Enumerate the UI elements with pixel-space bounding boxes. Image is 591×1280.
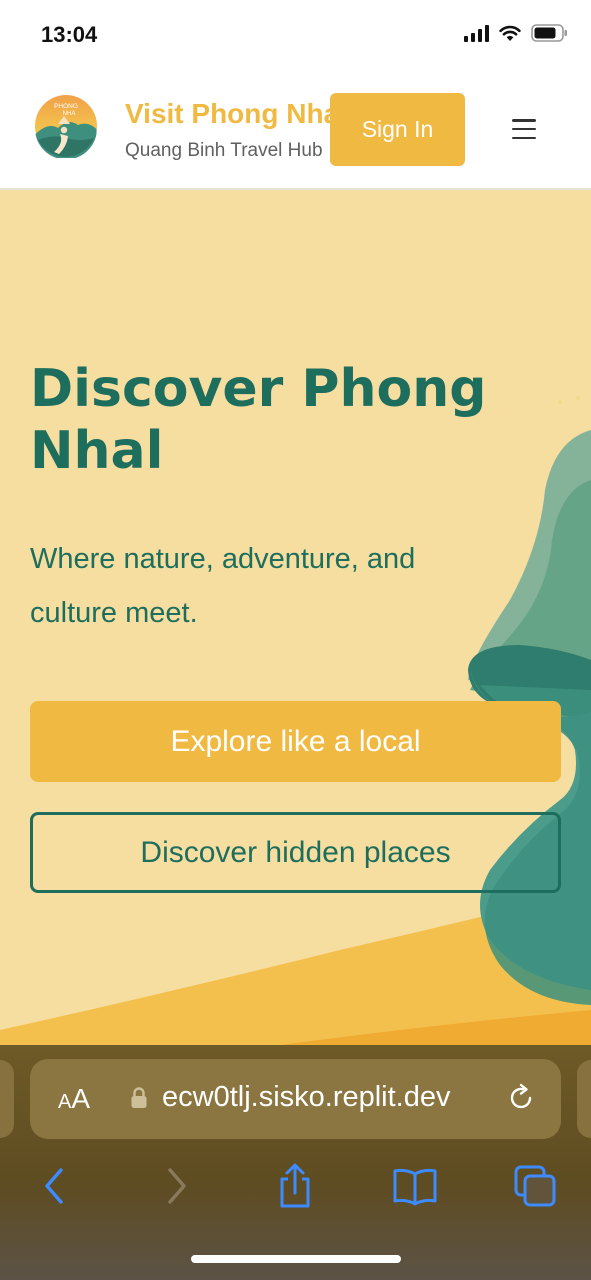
hero-subtitle: Where nature, adventure, and culture mee…	[30, 543, 416, 629]
reload-icon[interactable]	[506, 1083, 536, 1113]
hero-title: Discover Phong Nhal	[30, 359, 487, 481]
aa-small: A	[58, 1091, 72, 1113]
site-logo[interactable]: PHONG NHA	[34, 94, 98, 158]
chevron-left-icon	[45, 1168, 63, 1204]
browser-toolbar: AA ecw0tlj.sisko.replit.dev	[0, 1045, 591, 1280]
sign-in-button[interactable]: Sign In	[330, 93, 465, 166]
site-header: PHONG NHA Visit Phong Nha Quang Binh Tra…	[0, 72, 591, 190]
brand-subtitle: Quang Binh Travel Hub	[125, 140, 323, 161]
forward-button[interactable]	[154, 1163, 200, 1209]
bookmarks-button[interactable]	[392, 1163, 438, 1209]
status-time: 13:04	[41, 22, 98, 47]
logo-text-2: NHA	[63, 111, 76, 117]
logo-text-1: PHONG	[54, 103, 78, 110]
aa-big: A	[71, 1083, 91, 1114]
hamburger-menu-icon[interactable]	[512, 119, 536, 139]
brand-title[interactable]: Visit Phong Nha	[125, 98, 339, 130]
status-bar: 13:04	[0, 0, 591, 72]
wifi-icon	[499, 25, 521, 41]
home-indicator[interactable]	[191, 1255, 401, 1263]
next-tab-pill[interactable]	[577, 1060, 591, 1138]
battery-icon	[531, 24, 567, 42]
back-button[interactable]	[31, 1163, 77, 1209]
tabs-button[interactable]	[512, 1163, 558, 1209]
reader-text-size-button[interactable]: AA	[58, 1083, 90, 1115]
explore-like-a-local-button[interactable]: Explore like a local	[30, 701, 561, 782]
previous-tab-pill[interactable]	[0, 1060, 14, 1138]
status-icons	[464, 24, 569, 42]
hero-section: Discover Phong Nhal Where nature, advent…	[0, 190, 591, 1045]
share-icon	[280, 1163, 310, 1208]
address-bar[interactable]: AA ecw0tlj.sisko.replit.dev	[30, 1059, 561, 1139]
lock-icon	[131, 1087, 147, 1108]
share-button[interactable]	[272, 1163, 318, 1209]
open-book-icon	[393, 1168, 437, 1206]
cellular-signal-icon	[464, 24, 489, 42]
chevron-right-icon	[168, 1168, 186, 1204]
tabs-icon	[514, 1165, 556, 1207]
url-text[interactable]: ecw0tlj.sisko.replit.dev	[162, 1081, 512, 1114]
discover-hidden-places-button[interactable]: Discover hidden places	[30, 812, 561, 893]
